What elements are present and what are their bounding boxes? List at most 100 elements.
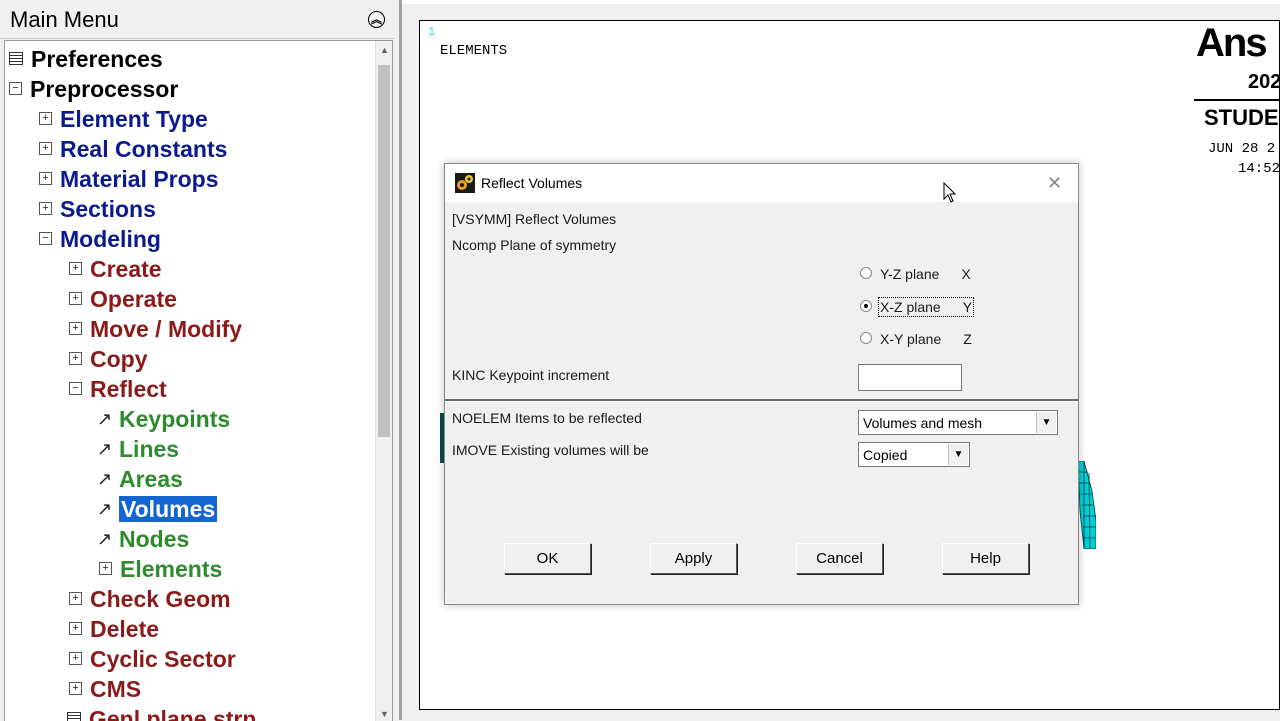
dialog-divider: [445, 399, 1078, 402]
tree-scrollbar[interactable]: ▲ ▼: [375, 41, 392, 721]
kinc-label: KINC Keypoint increment: [452, 367, 610, 383]
expand-box-icon[interactable]: +: [99, 562, 112, 576]
keypoint-increment-input[interactable]: [858, 364, 962, 391]
tree-item-move-modify[interactable]: + Move / Modify: [69, 315, 242, 343]
apply-button[interactable]: Apply: [650, 543, 737, 574]
version-year: 202: [1248, 71, 1280, 93]
reflect-volumes-dialog: Reflect Volumes ✕ [VSYMM] Reflect Volume…: [444, 163, 1079, 605]
radio-xz-plane[interactable]: X-Z plane Y: [860, 297, 975, 317]
scroll-up-arrow-icon[interactable]: ▲: [380, 45, 389, 55]
tree-item-label: Elements: [120, 556, 223, 582]
tree-item-volumes[interactable]: ↗ Volumes: [97, 495, 218, 523]
radio-button[interactable]: [860, 332, 872, 345]
tree-item-copy[interactable]: + Copy: [69, 345, 148, 373]
tree-item-keypoints[interactable]: ↗ Keypoints: [97, 405, 230, 433]
tree-item-genl-plane-strn[interactable]: Genl plane strn: [67, 705, 256, 721]
ok-button[interactable]: OK: [504, 543, 591, 574]
expand-box-icon[interactable]: +: [69, 622, 82, 636]
tree-item-cyclic-sector[interactable]: + Cyclic Sector: [69, 645, 236, 673]
window-number: 1: [428, 25, 436, 39]
expand-box-icon[interactable]: +: [69, 352, 82, 366]
action-arrow-icon: ↗: [97, 498, 113, 519]
expand-box-icon[interactable]: +: [69, 322, 82, 336]
tree-item-nodes[interactable]: ↗ Nodes: [97, 525, 189, 553]
double-chevron-up-icon[interactable]: ︽: [368, 11, 385, 28]
expand-box-icon[interactable]: +: [39, 142, 52, 156]
expand-box-icon[interactable]: +: [69, 682, 82, 696]
tree-item-label: Material Props: [60, 166, 219, 192]
tree-item-label: Copy: [90, 346, 148, 372]
mesh-elements-right: [1078, 461, 1096, 549]
main-menu-title: Main Menu: [10, 7, 119, 32]
tree-item-label: Cyclic Sector: [90, 646, 236, 672]
collapse-box-icon[interactable]: −: [39, 232, 52, 246]
ansys-logo: Ans: [1196, 21, 1268, 65]
expand-box-icon[interactable]: +: [69, 292, 82, 306]
tree-item-label: Real Constants: [60, 136, 228, 162]
radio-axis: X: [961, 266, 971, 282]
radio-xy-plane[interactable]: X-Y plane Z: [860, 331, 972, 347]
action-arrow-icon: ↗: [97, 408, 113, 429]
scrollbar-thumb[interactable]: [378, 65, 390, 437]
tree-item-lines[interactable]: ↗ Lines: [97, 435, 179, 463]
tree-item-elements[interactable]: + Elements: [99, 555, 222, 583]
tree-item-sections[interactable]: + Sections: [39, 195, 156, 223]
tree-item-label: Sections: [60, 196, 156, 222]
tree-item-label: Preferences: [31, 46, 163, 72]
mouse-pointer-icon: [943, 182, 957, 203]
command-label: [VSYMM] Reflect Volumes: [452, 211, 617, 227]
expand-box-icon[interactable]: +: [69, 652, 82, 666]
tree-item-label: Nodes: [119, 526, 190, 552]
collapse-box-icon[interactable]: −: [69, 382, 82, 396]
tree-item-operate[interactable]: + Operate: [69, 285, 177, 313]
cancel-button[interactable]: Cancel: [796, 543, 883, 574]
radio-button-checked[interactable]: [860, 300, 872, 313]
dropdown-arrow-icon[interactable]: ▼: [1036, 412, 1056, 433]
tree-item-material-props[interactable]: + Material Props: [39, 165, 219, 193]
tree-item-check-geom[interactable]: + Check Geom: [69, 585, 231, 613]
tree-item-create[interactable]: + Create: [69, 255, 162, 283]
plot-date: JUN 28 2: [1208, 141, 1276, 157]
dropdown-value: Volumes and mesh: [863, 415, 983, 431]
help-button[interactable]: Help: [942, 543, 1029, 574]
radio-yz-plane[interactable]: Y-Z plane X: [860, 266, 971, 282]
tree-item-label: Preprocessor: [30, 76, 179, 102]
scroll-down-arrow-icon[interactable]: ▼: [380, 709, 389, 719]
tree-item-preprocessor[interactable]: − Preprocessor: [9, 75, 178, 103]
radio-button[interactable]: [860, 267, 872, 280]
collapse-box-icon[interactable]: −: [9, 82, 22, 96]
tree-item-label: Move / Modify: [90, 316, 243, 342]
main-menu-panel: Main Menu ︽ Preferences − Preprocessor + E…: [0, 0, 400, 721]
noelem-dropdown[interactable]: Volumes and mesh ▼: [858, 410, 1058, 435]
action-arrow-icon: ↗: [97, 438, 113, 459]
graphics-top-strip: [402, 0, 1280, 4]
imove-dropdown[interactable]: Copied ▼: [858, 442, 970, 467]
document-icon: [9, 52, 23, 66]
expand-box-icon[interactable]: +: [69, 262, 82, 276]
tree-item-areas[interactable]: ↗ Areas: [97, 465, 183, 493]
expand-box-icon[interactable]: +: [39, 112, 52, 126]
dropdown-value: Copied: [863, 447, 908, 463]
tree-item-preferences[interactable]: Preferences: [9, 45, 163, 73]
tree-item-reflect[interactable]: − Reflect: [69, 375, 167, 403]
tree-item-element-type[interactable]: + Element Type: [39, 105, 208, 133]
close-icon[interactable]: ✕: [1047, 173, 1062, 194]
radio-axis: Y: [962, 299, 973, 315]
expand-box-icon[interactable]: +: [39, 172, 52, 186]
tree-item-label-selected: Volumes: [119, 496, 218, 522]
tree-item-real-constants[interactable]: + Real Constants: [39, 135, 227, 163]
tree-item-label: Operate: [90, 286, 177, 312]
tree-item-delete[interactable]: + Delete: [69, 615, 159, 643]
action-arrow-icon: ↗: [97, 468, 113, 489]
imove-label: IMOVE Existing volumes will be: [452, 442, 649, 458]
radio-label: X-Y plane: [880, 331, 942, 347]
dropdown-arrow-icon[interactable]: ▼: [948, 444, 968, 465]
dialog-titlebar[interactable]: Reflect Volumes ✕: [445, 164, 1078, 202]
radio-label: Y-Z plane: [880, 266, 940, 282]
ncomp-label: Ncomp Plane of symmetry: [452, 237, 617, 253]
expand-box-icon[interactable]: +: [39, 202, 52, 216]
expand-box-icon[interactable]: +: [69, 592, 82, 606]
gears-icon: [455, 173, 475, 193]
tree-item-cms[interactable]: + CMS: [69, 675, 141, 703]
tree-item-modeling[interactable]: − Modeling: [39, 225, 161, 253]
